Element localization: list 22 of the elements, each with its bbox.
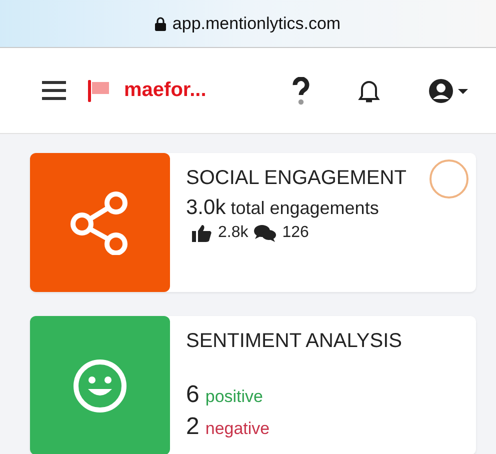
likes-count: 2.8k	[218, 224, 248, 242]
negative-label: negative	[205, 419, 270, 439]
user-menu-icon[interactable]	[428, 78, 468, 104]
total-label: total engagements	[230, 198, 379, 218]
comments-count: 126	[282, 224, 309, 242]
smiley-icon	[72, 358, 128, 414]
thumbs-up-icon	[192, 224, 212, 242]
positive-count: 6	[186, 381, 200, 409]
help-icon[interactable]	[292, 76, 310, 104]
menu-icon[interactable]	[42, 81, 66, 100]
url-text: app.mentionlytics.com	[172, 14, 341, 34]
project-name[interactable]: maefor...	[124, 79, 206, 102]
address-bar[interactable]: app.mentionlytics.com	[0, 0, 496, 48]
total-value: 3.0k	[186, 196, 226, 219]
card-title: SENTIMENT ANALYSIS	[186, 330, 402, 353]
comments-icon	[254, 224, 276, 242]
negative-count: 2	[186, 413, 200, 441]
positive-label: positive	[205, 387, 263, 407]
loading-ring-icon	[429, 159, 469, 199]
card-title: SOCIAL ENGAGEMENT	[186, 167, 406, 190]
lock-icon	[155, 16, 166, 30]
flag-icon	[88, 80, 110, 102]
